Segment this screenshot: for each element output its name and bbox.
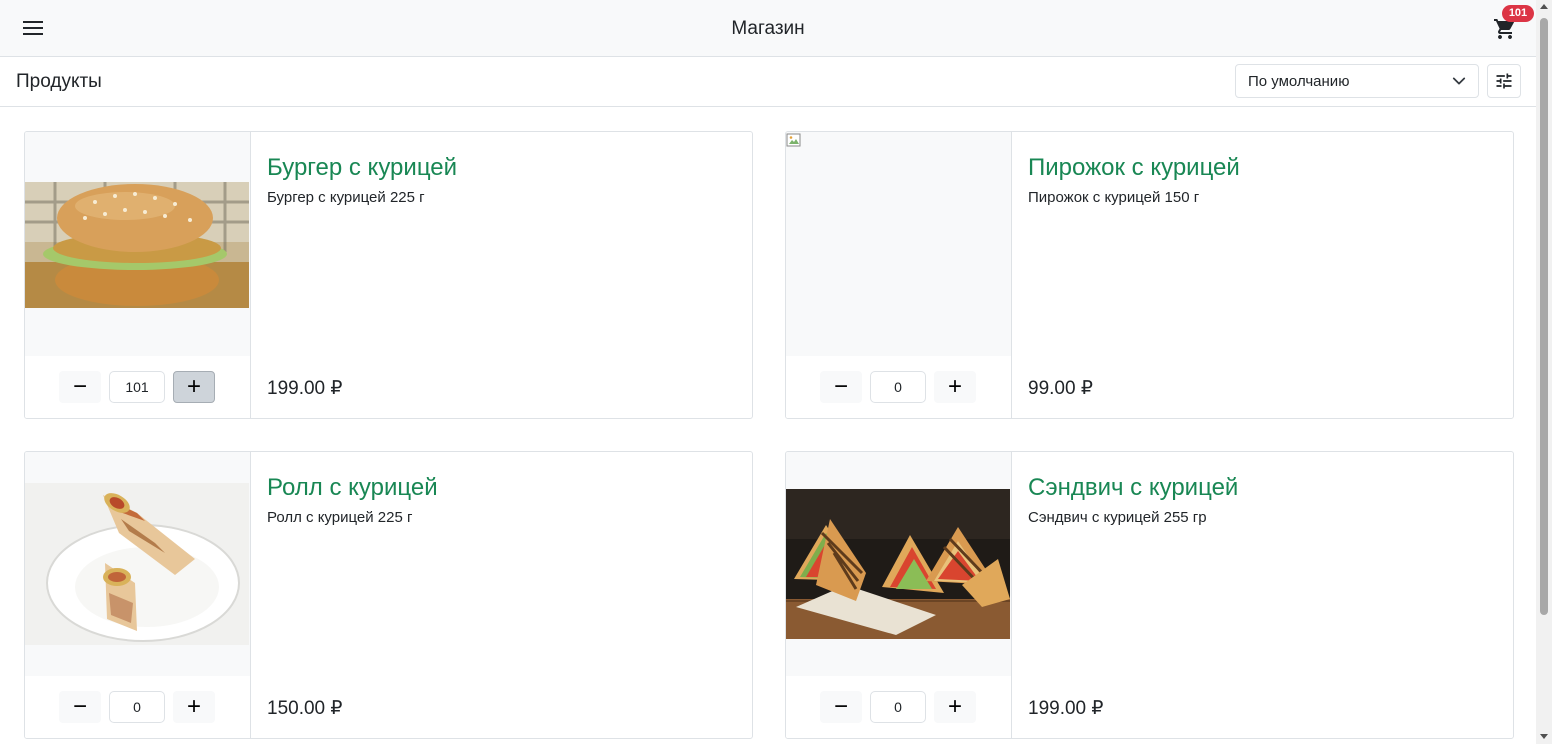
product-image-frame [25, 132, 251, 356]
product-description: Пирожок с курицей 150 г [1028, 189, 1200, 206]
chicken-burger-photo [25, 182, 249, 308]
product-description: Бургер с курицей 225 г [267, 189, 425, 206]
filter-button[interactable] [1487, 64, 1521, 98]
card-divider [1011, 452, 1012, 738]
chicken-roll-photo [25, 483, 249, 645]
scrollbar-thumb[interactable] [1540, 18, 1548, 615]
product-card: − + Ролл с курицей Ролл с курицей 225 г … [24, 451, 753, 739]
increase-quantity-button[interactable]: + [173, 691, 215, 723]
quantity-input[interactable] [870, 691, 926, 723]
product-description: Ролл с курицей 225 г [267, 509, 413, 526]
card-divider [250, 132, 251, 418]
product-image-frame [25, 452, 251, 676]
product-description: Сэндвич с курицей 255 гр [1028, 509, 1207, 526]
product-price: 199.00 ₽ [1028, 698, 1104, 719]
quantity-controls: − + [25, 356, 251, 418]
quantity-input[interactable] [109, 691, 165, 723]
chicken-sandwich-photo [786, 489, 1010, 639]
decrease-quantity-button[interactable]: − [820, 691, 862, 723]
products-toolbar: Продукты По умолчанию [0, 57, 1536, 107]
product-price: 99.00 ₽ [1028, 378, 1093, 399]
increase-quantity-button[interactable]: + [934, 371, 976, 403]
menu-button[interactable] [18, 14, 48, 42]
card-divider [250, 452, 251, 738]
tune-sliders-icon [1496, 73, 1512, 89]
cart-count-badge: 101 [1502, 5, 1534, 22]
decrease-quantity-button[interactable]: − [59, 691, 101, 723]
page-scrollbar[interactable] [1536, 0, 1552, 744]
quantity-input[interactable] [109, 371, 165, 403]
product-image-frame: ... [786, 132, 1012, 356]
increase-quantity-button[interactable]: + [173, 371, 215, 403]
sort-selected-value: По умолчанию [1248, 72, 1350, 90]
product-card: ... − + Пирожок с курицей Пирожок с кури… [785, 131, 1514, 419]
app-page: Магазин 101 Продукты По умолчанию − 101 … [0, 0, 1536, 744]
decrease-quantity-button[interactable]: − [820, 371, 862, 403]
sort-select[interactable]: По умолчанию [1235, 64, 1479, 98]
quantity-controls: − + [786, 676, 1012, 738]
scroll-down-arrow-icon[interactable] [1540, 734, 1548, 739]
product-price: 199.00 ₽ [267, 378, 343, 399]
chevron-down-icon [1452, 77, 1466, 85]
decrease-quantity-button[interactable]: − [59, 371, 101, 403]
product-price: 150.00 ₽ [267, 698, 343, 719]
top-navbar: Магазин 101 [0, 0, 1536, 57]
product-name[interactable]: Сэндвич с курицей [1028, 474, 1238, 502]
page-title: Магазин [731, 18, 805, 39]
product-card: − + Сэндвич с курицей Сэндвич с курицей … [785, 451, 1514, 739]
quantity-input[interactable] [870, 371, 926, 403]
quantity-controls: − + [786, 356, 1012, 418]
product-name[interactable]: Пирожок с курицей [1028, 154, 1240, 182]
increase-quantity-button[interactable]: + [934, 691, 976, 723]
quantity-controls: − + [25, 676, 251, 738]
scroll-up-arrow-icon[interactable] [1540, 4, 1548, 9]
hamburger-menu-icon [23, 21, 43, 35]
section-title: Продукты [16, 71, 102, 92]
product-name[interactable]: Ролл с курицей [267, 474, 438, 502]
product-card: − + Бургер с курицей Бургер с курицей 22… [24, 131, 753, 419]
product-image-frame [786, 452, 1012, 676]
card-divider [1011, 132, 1012, 418]
product-name[interactable]: Бургер с курицей [267, 154, 457, 182]
broken-image-icon: ... [786, 133, 801, 148]
